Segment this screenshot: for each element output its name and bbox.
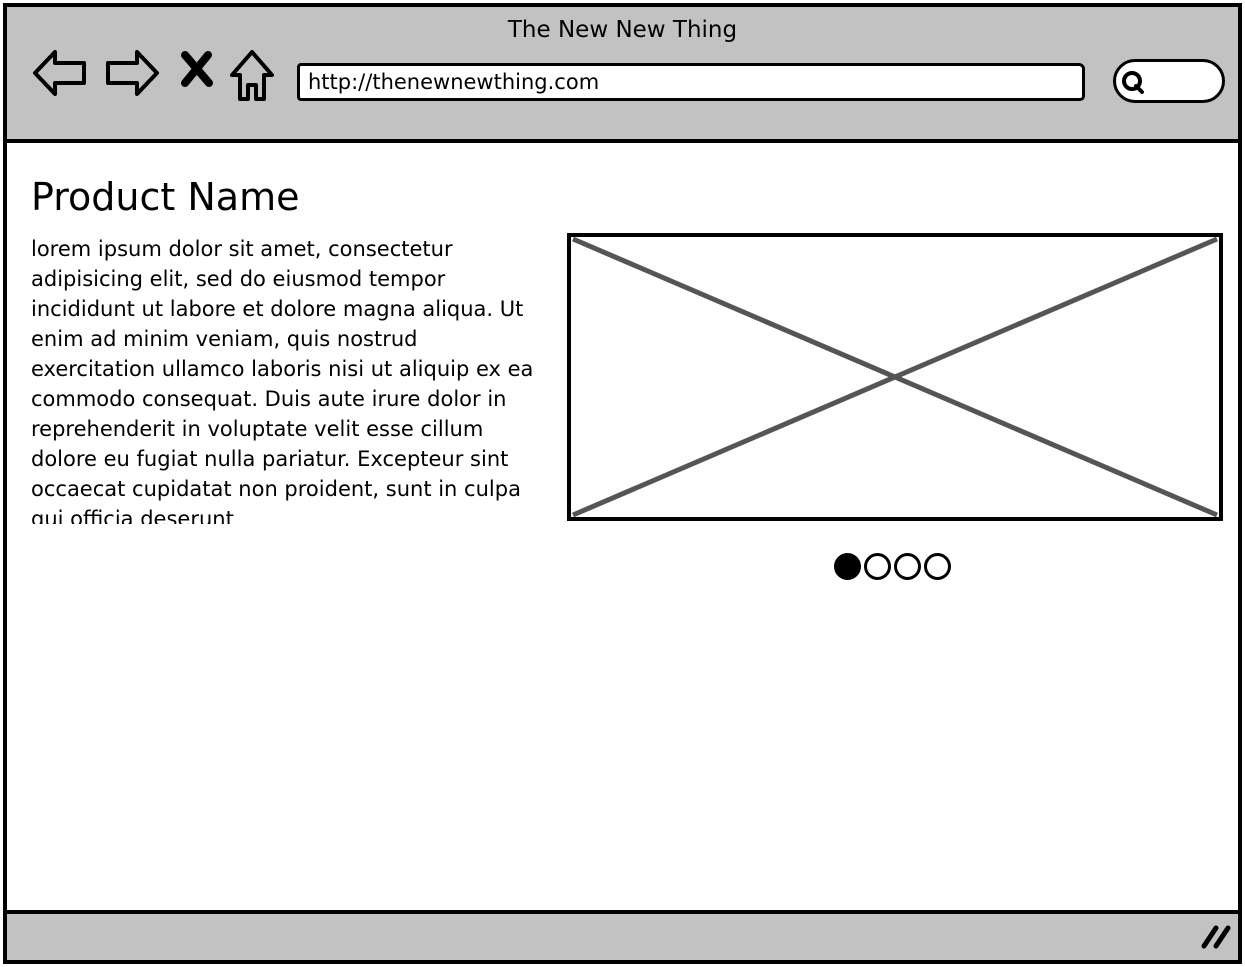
forward-arrow-icon[interactable] (103, 47, 161, 99)
close-icon[interactable] (177, 47, 217, 91)
carousel-dot[interactable] (864, 553, 891, 580)
url-text: http://thenewnewthing.com (308, 70, 600, 94)
product-description: lorem ipsum dolor sit amet, consectetur … (31, 237, 534, 524)
status-bar (7, 910, 1238, 960)
address-bar[interactable]: http://thenewnewthing.com (297, 63, 1085, 101)
page-content: Product Name lorem ipsum dolor sit amet,… (7, 147, 1238, 917)
window-title: The New New Thing (507, 17, 738, 43)
product-title: Product Name (31, 175, 300, 219)
search-field[interactable] (1113, 59, 1225, 103)
home-icon[interactable] (227, 47, 277, 105)
product-image-placeholder (567, 233, 1223, 521)
browser-toolbar: The New New Thing http://thenewnewthing.… (7, 7, 1238, 143)
carousel-dots (834, 553, 951, 581)
browser-window: The New New Thing http://thenewnewthing.… (3, 3, 1242, 964)
search-icon (1121, 70, 1147, 100)
carousel-dot[interactable] (834, 553, 861, 580)
resize-grip-icon[interactable] (1198, 920, 1232, 954)
carousel-dot[interactable] (894, 553, 921, 580)
carousel-dot[interactable] (924, 553, 951, 580)
back-arrow-icon[interactable] (31, 47, 89, 99)
